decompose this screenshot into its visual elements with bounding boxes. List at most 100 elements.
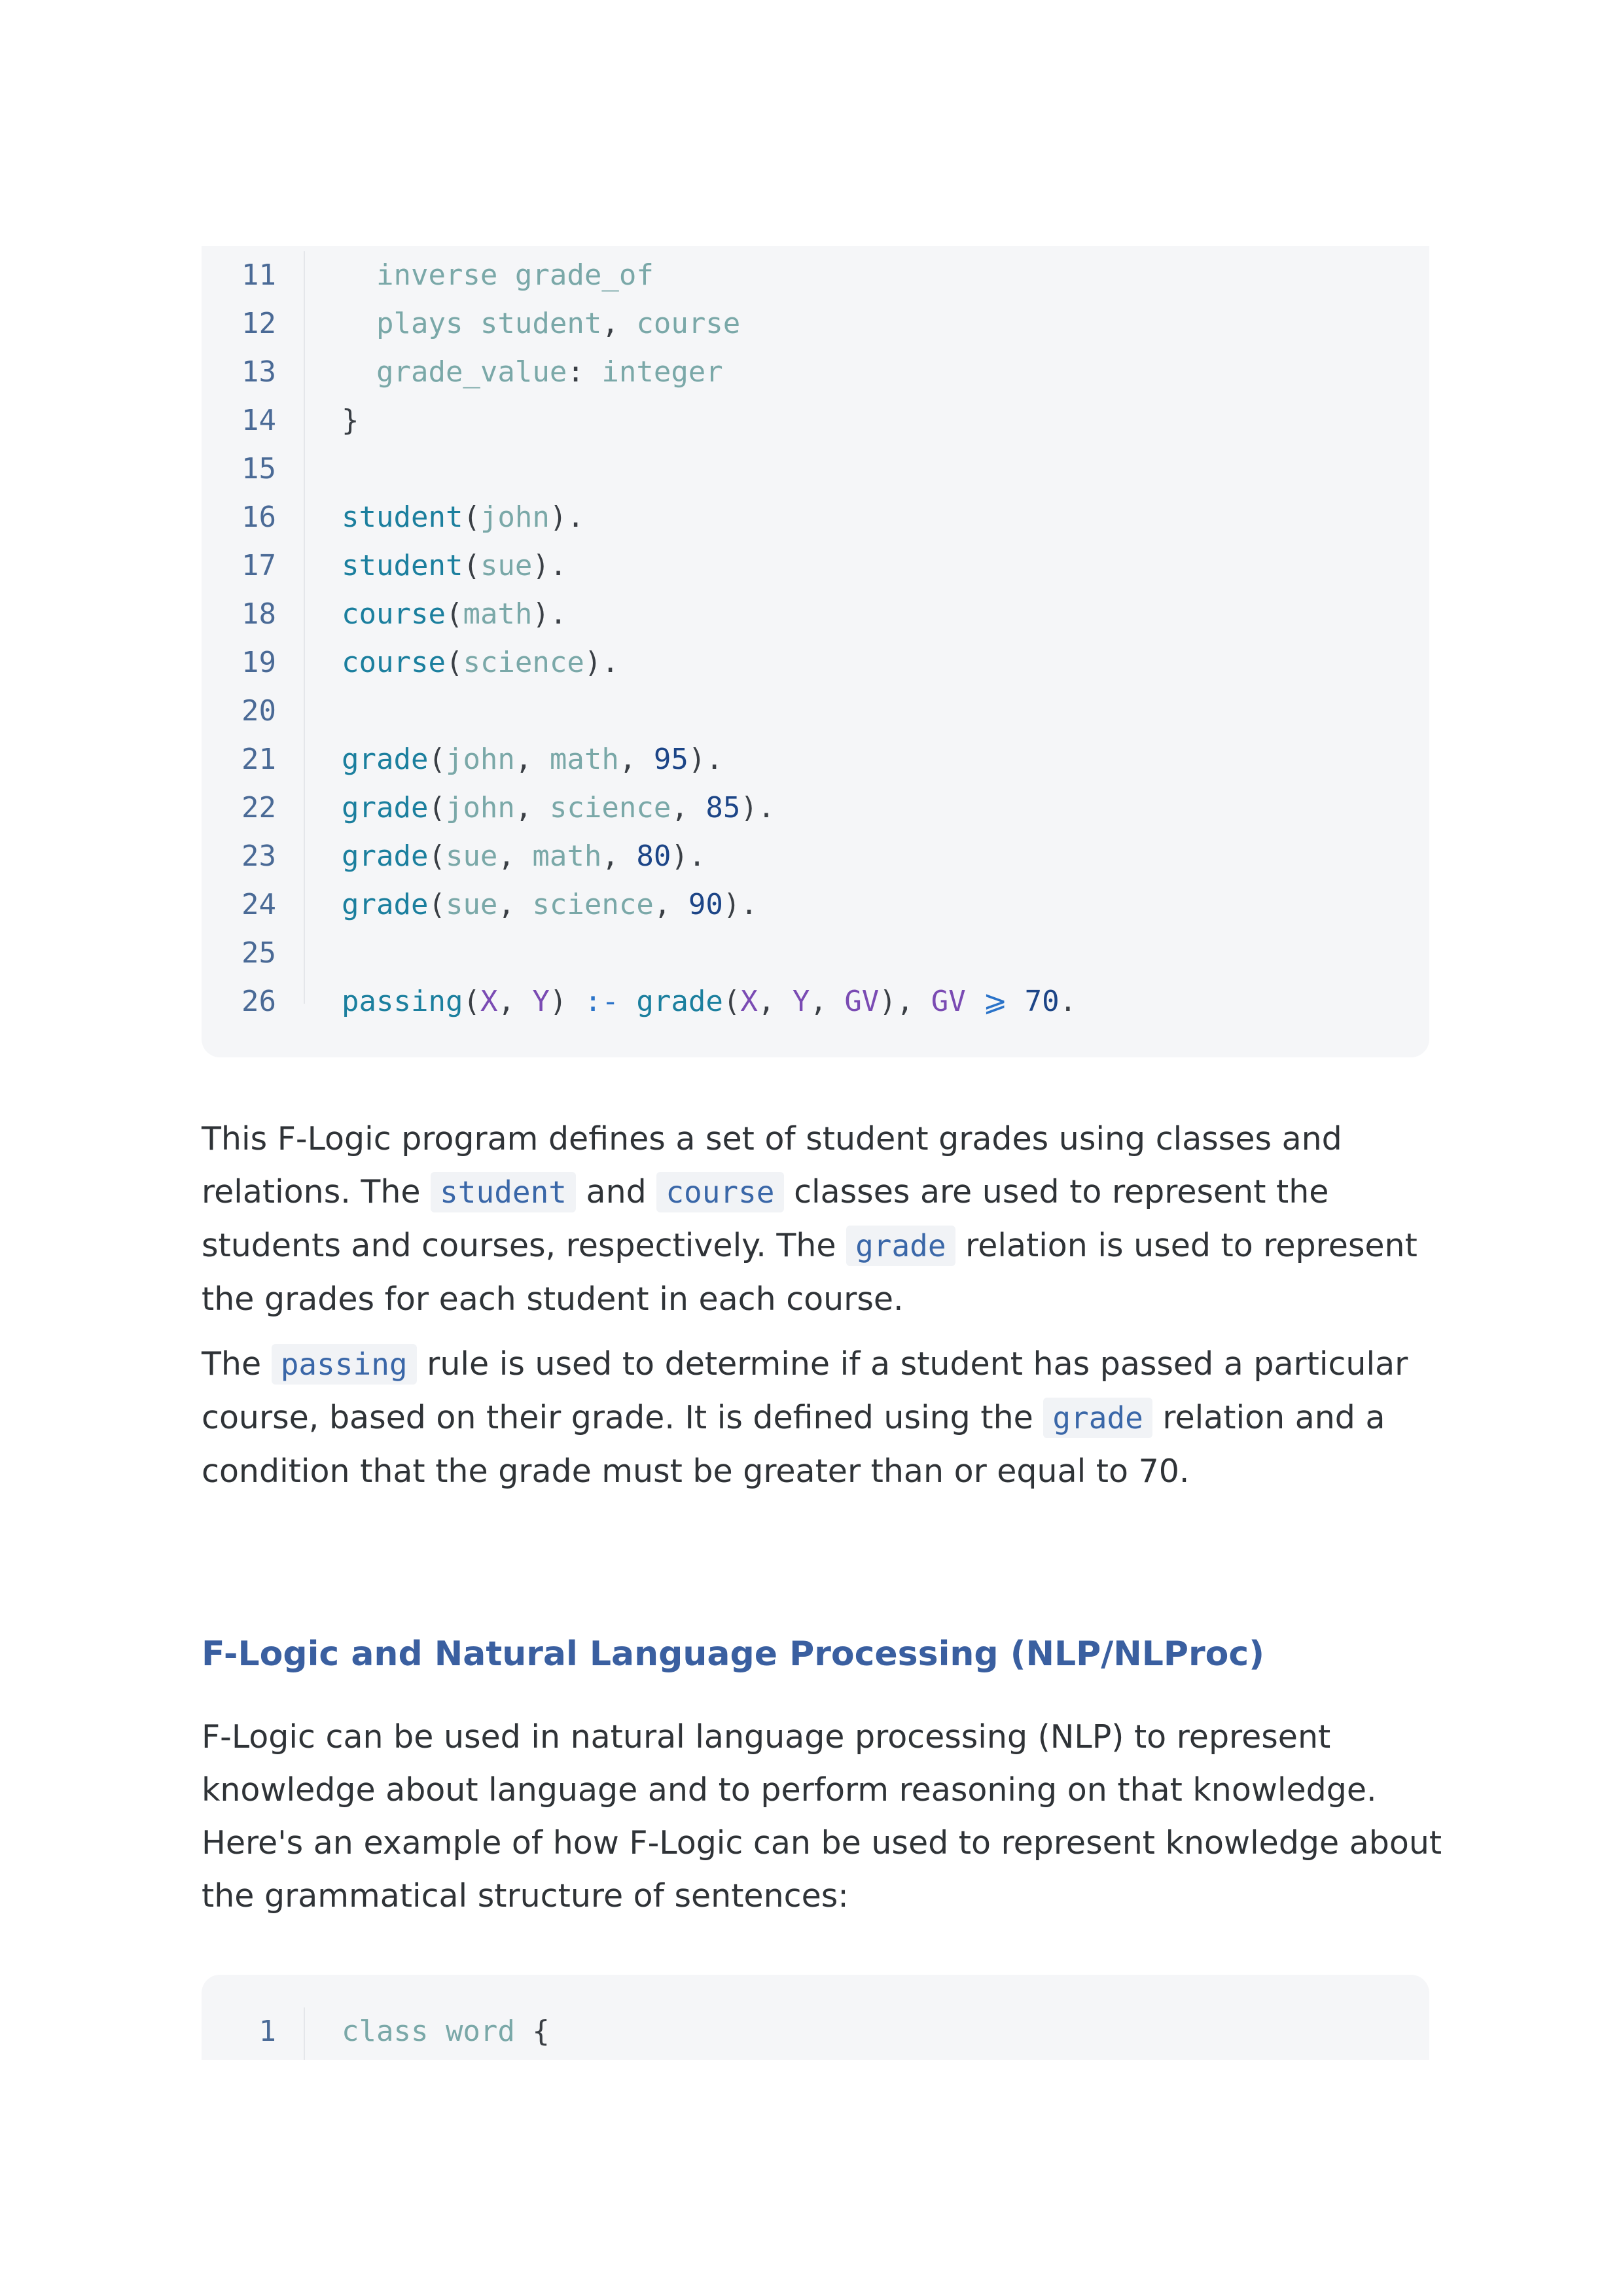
code-token: sue xyxy=(445,839,498,873)
line-number: 24 xyxy=(241,888,276,921)
code-line: 14} xyxy=(202,397,1429,445)
code-token: student xyxy=(342,549,463,582)
code-token: ( xyxy=(428,791,446,824)
paragraph: F-Logic can be used in natural language … xyxy=(202,1718,1442,1915)
inline-code: student xyxy=(431,1172,576,1212)
line-number: 20 xyxy=(241,694,276,728)
code-token: GV xyxy=(931,985,966,1018)
line-number: 11 xyxy=(241,258,276,292)
code-token: X xyxy=(740,985,758,1018)
code-token: :- xyxy=(584,985,619,1018)
code-token: ). xyxy=(532,549,567,582)
code-token: sue xyxy=(445,888,498,921)
code-token: john xyxy=(445,791,515,824)
line-number: 1 xyxy=(259,2015,277,2048)
code-token: ). xyxy=(549,501,584,534)
code-token: , xyxy=(601,839,637,873)
code-text: class word { xyxy=(342,2007,550,2056)
code-token: , xyxy=(497,888,533,921)
code-text: inverse grade_of xyxy=(342,251,654,300)
code-token: course xyxy=(342,646,446,679)
code-token: ), xyxy=(879,985,931,1018)
code-token: { xyxy=(514,2015,550,2048)
inline-code: passing xyxy=(271,1344,417,1385)
code-block: 11 inverse grade_of 12 plays student, cou… xyxy=(202,246,1429,1057)
code-token: grade_value xyxy=(342,355,567,389)
code-token: 70 xyxy=(1024,985,1060,1018)
line-number: 25 xyxy=(241,936,276,970)
section-heading: F-Logic and Natural Language Processing … xyxy=(202,1634,1264,1674)
code-token: ). xyxy=(532,597,567,631)
code-token: , xyxy=(618,743,654,776)
code-token: ( xyxy=(428,743,446,776)
code-token: john xyxy=(445,743,515,776)
code-line: 18 course(math). xyxy=(202,590,1429,639)
code-text: } xyxy=(342,397,359,445)
code-text: grade_value: integer xyxy=(342,348,723,397)
line-number: 16 xyxy=(241,501,276,534)
code-token: 90 xyxy=(688,888,723,921)
code-token: science xyxy=(532,888,654,921)
code-token: student xyxy=(342,501,463,534)
code-token: , xyxy=(514,791,550,824)
code-token: : xyxy=(567,355,602,389)
code-token: GV xyxy=(844,985,880,1018)
code-token: john xyxy=(480,501,550,534)
line-number: 15 xyxy=(241,452,276,486)
code-text: grade(sue, science, 90). xyxy=(342,881,758,929)
code-token: sue xyxy=(480,549,533,582)
code-token: course xyxy=(342,597,446,631)
paragraph: This F-Logic program defines a set of st… xyxy=(202,1120,1418,1318)
code-token: math xyxy=(463,597,533,631)
code-line: 23 grade(sue, math, 80). xyxy=(202,832,1429,881)
code-token: Y xyxy=(532,985,550,1018)
code-line: 22 grade(john, science, 85). xyxy=(202,784,1429,832)
code-token: ) xyxy=(549,985,584,1018)
code-token: ( xyxy=(463,549,480,582)
code-line: 12 plays student, course xyxy=(202,300,1429,348)
code-line: 19 course(science). xyxy=(202,639,1429,687)
code-text: student(sue). xyxy=(342,542,567,590)
code-token: ). xyxy=(688,743,723,776)
code-token: integer xyxy=(601,355,723,389)
code-token: Y xyxy=(792,985,810,1018)
line-number: 17 xyxy=(241,549,276,582)
code-block: 1 class word { xyxy=(202,1975,1429,2060)
code-line: 17 student(sue). xyxy=(202,542,1429,590)
code-token: ). xyxy=(671,839,706,873)
code-token: , xyxy=(757,985,793,1018)
code-token: grade xyxy=(636,985,723,1018)
code-token: 95 xyxy=(653,743,688,776)
code-token: math xyxy=(532,839,602,873)
paragraph: The passing rule is used to determine if… xyxy=(202,1344,1408,1490)
code-token: 80 xyxy=(636,839,671,873)
code-token: science xyxy=(463,646,584,679)
code-token: ). xyxy=(722,888,758,921)
code-line: 25 xyxy=(202,929,1429,978)
code-line: 16 student(john). xyxy=(202,493,1429,542)
code-token: , xyxy=(601,307,637,340)
code-token: X xyxy=(480,985,498,1018)
code-token: ( xyxy=(445,597,463,631)
code-token: ( xyxy=(722,985,741,1018)
code-text: grade(john, science, 85). xyxy=(342,784,775,832)
code-line: 13 grade_value: integer xyxy=(202,348,1429,397)
line-number: 13 xyxy=(241,355,276,389)
code-token: math xyxy=(549,743,619,776)
code-line: 24 grade(sue, science, 90). xyxy=(202,881,1429,929)
code-token: ). xyxy=(584,646,619,679)
code-text: student(john). xyxy=(342,493,584,542)
code-token: grade xyxy=(342,839,429,873)
code-text: course(math). xyxy=(342,590,567,639)
code-text: grade(sue, math, 80). xyxy=(342,832,705,881)
code-token: , xyxy=(497,985,533,1018)
code-token: ). xyxy=(740,791,776,824)
code-token: grade xyxy=(342,743,429,776)
line-number: 26 xyxy=(241,985,276,1018)
code-line: 26 passing(X, Y) :- grade(X, Y, GV), GV ⩾… xyxy=(202,978,1429,1026)
code-text: passing(X, Y) :- grade(X, Y, GV), GV ⩾ 7… xyxy=(342,978,1077,1026)
line-number: 23 xyxy=(241,839,276,873)
